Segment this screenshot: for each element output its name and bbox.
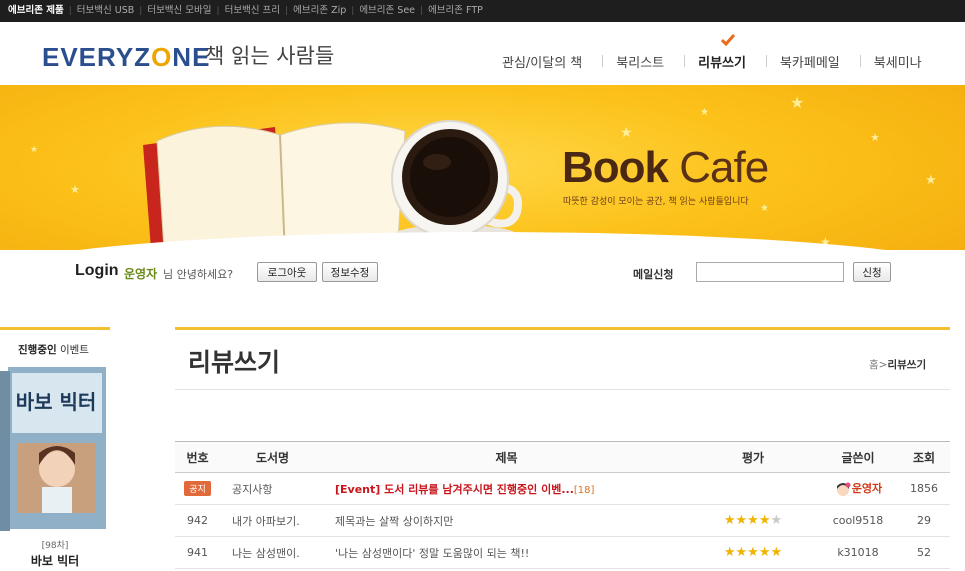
topbar-link-turbo-mobile[interactable]: 터보백신 모바일	[142, 0, 216, 22]
topbar-link-zip[interactable]: 에브리존 Zip	[288, 0, 351, 22]
breadcrumb-home[interactable]: 홈	[869, 359, 879, 371]
row-rating: ★ ★ ★ ★ ★	[688, 536, 818, 569]
row-author[interactable]: cool9518	[818, 504, 898, 537]
breadcrumb-current: 리뷰쓰기	[887, 359, 927, 371]
row-book: 나는 삼성맨이.	[220, 536, 325, 569]
row-no: 942	[175, 504, 220, 537]
col-header-subject: 제목	[325, 441, 688, 473]
row-author[interactable]: 운영자	[818, 472, 898, 505]
col-header-views: 조회	[898, 441, 950, 473]
row-no: 941	[175, 536, 220, 569]
nav-item-book-seminar[interactable]: 북세미나	[859, 52, 944, 71]
mail-subscribe-label: 메일신청	[633, 268, 674, 281]
row-subject-cell: [Event] 도서 리뷰를 남겨주시면 진행중인 이벤...[18]	[325, 472, 688, 505]
star-icon: ★	[700, 107, 709, 118]
top-product-bar: 에브리존 제품 | 터보백신 USB | 터보백신 모바일 | 터보백신 프리 | 에브…	[0, 0, 965, 22]
col-header-rating: 평가	[688, 441, 818, 473]
row-rating	[688, 472, 818, 505]
mail-apply-button[interactable]: 신청	[853, 262, 891, 282]
breadcrumb: 홈>리뷰쓰기	[869, 357, 926, 372]
topbar-link-turbo-free[interactable]: 터보백신 프리	[220, 0, 285, 22]
col-header-no: 번호	[175, 441, 220, 473]
col-header-book: 도서명	[220, 441, 325, 473]
topbar-link-ftp[interactable]: 에브리존 FTP	[423, 0, 488, 22]
content-top-border	[175, 327, 950, 330]
table-row: 941 나는 삼성맨이. '나는 삼성맨이다' 정말 도움많이 되는 책!! ★…	[175, 536, 950, 569]
star-icon: ★	[30, 145, 39, 155]
login-user-name: 운영자	[124, 267, 158, 281]
page-title: 리뷰쓰기	[188, 348, 281, 377]
nav-item-monthly-book[interactable]: 관심/이달의 책	[490, 52, 604, 71]
table-row: 942 내가 아파보기. 제목과는 살짝 상이하지만 ★ ★ ★ ★ ★ cool951…	[175, 504, 950, 537]
event-number: [98차]	[41, 541, 69, 551]
row-no: 공지	[175, 472, 220, 505]
row-views: 1856	[898, 472, 950, 505]
book-cafe-title: Book Cafe	[562, 143, 769, 192]
star-filled-icon: ★	[723, 513, 736, 528]
star-icon: ★	[790, 93, 805, 112]
nav-item-bookcafe-mail[interactable]: 북카페메일	[765, 52, 862, 71]
event-book-name[interactable]: 바보 빅터	[0, 552, 110, 569]
logout-button[interactable]: 로그아웃	[257, 262, 317, 282]
site-tagline: 책 읽는 사람들	[205, 44, 335, 68]
star-icon: ★	[925, 173, 937, 188]
rating-stars: ★ ★ ★ ★ ★	[724, 514, 782, 527]
star-filled-icon: ★	[770, 545, 783, 560]
title-divider	[175, 389, 950, 390]
row-subject-link[interactable]: [Event] 도서 리뷰를 남겨주시면 진행중인 이벤...	[335, 483, 574, 496]
event-cover-title: 바보 빅터	[16, 390, 97, 414]
admin-avatar-icon	[836, 482, 851, 496]
topbar-link-see[interactable]: 에브리존 See	[354, 0, 420, 22]
star-icon: ★	[760, 203, 769, 214]
check-icon	[721, 34, 736, 46]
star-empty-icon: ★	[770, 513, 783, 528]
star-filled-icon: ★	[747, 513, 759, 528]
login-title: Login	[75, 262, 119, 279]
notice-badge: 공지	[184, 481, 211, 496]
row-subject-link[interactable]: '나는 삼성맨이다' 정말 도움많이 되는 책!!	[335, 547, 529, 560]
main-nav: 관심/이달의 책 북리스트 리뷰쓰기 북카페메일 북세미나	[490, 34, 944, 71]
star-filled-icon: ★	[735, 513, 748, 528]
row-comment-count: [18]	[573, 484, 595, 496]
row-book: 내가 아파보기.	[220, 504, 325, 537]
star-icon: ★	[70, 183, 80, 196]
row-views: 52	[898, 536, 950, 569]
mail-subscribe-input[interactable]	[696, 262, 844, 282]
topbar-link-turbo-usb[interactable]: 터보백신 USB	[72, 0, 139, 22]
row-author[interactable]: k31018	[818, 536, 898, 569]
book-cafe-subtitle: 따뜻한 감성이 모이는 공간, 책 읽는 사람들입니다	[563, 197, 749, 207]
star-filled-icon: ★	[747, 545, 759, 560]
star-icon: ★	[620, 125, 633, 141]
col-header-author: 글쓴이	[818, 441, 898, 473]
row-subject-link[interactable]: 제목과는 살짝 상이하지만	[335, 515, 453, 528]
nav-item-review[interactable]: 리뷰쓰기	[684, 34, 768, 71]
topbar-link-everyzone[interactable]: 에브리존 제품	[3, 0, 69, 22]
rating-stars: ★ ★ ★ ★ ★	[724, 546, 782, 559]
review-board-table: 번호 도서명 제목 평가 글쓴이 조회 공지 공지사항 [Event] 도서 리…	[175, 441, 950, 569]
row-book: 공지사항	[220, 472, 325, 505]
row-subject-cell: 제목과는 살짝 상이하지만	[325, 504, 688, 537]
site-header: EVERYZONE 책 읽는 사람들 관심/이달의 책 북리스트 리뷰쓰기 북카…	[0, 22, 965, 85]
row-rating: ★ ★ ★ ★ ★	[688, 504, 818, 537]
edit-profile-button[interactable]: 정보수정	[322, 262, 378, 282]
row-subject-cell: '나는 삼성맨이다' 정말 도움많이 되는 책!!	[325, 536, 688, 569]
coffee-cup-illustration	[391, 120, 522, 245]
login-greeting: 님 안녕하세요?	[163, 268, 234, 281]
table-header-row: 번호 도서명 제목 평가 글쓴이 조회	[175, 441, 950, 473]
star-filled-icon: ★	[758, 545, 771, 560]
star-filled-icon: ★	[723, 545, 736, 560]
star-filled-icon: ★	[735, 545, 748, 560]
nav-item-booklist[interactable]: 북리스트	[602, 52, 686, 71]
table-row: 공지 공지사항 [Event] 도서 리뷰를 남겨주시면 진행중인 이벤...[…	[175, 472, 950, 505]
star-filled-icon: ★	[758, 513, 771, 528]
everyzone-logo[interactable]: EVERYZONE	[42, 42, 210, 73]
star-icon: ★	[870, 131, 880, 144]
row-views: 29	[898, 504, 950, 537]
event-book-cover[interactable]: 바보 빅터	[0, 365, 108, 533]
event-panel-title: 진행중인 이벤트	[18, 344, 89, 356]
